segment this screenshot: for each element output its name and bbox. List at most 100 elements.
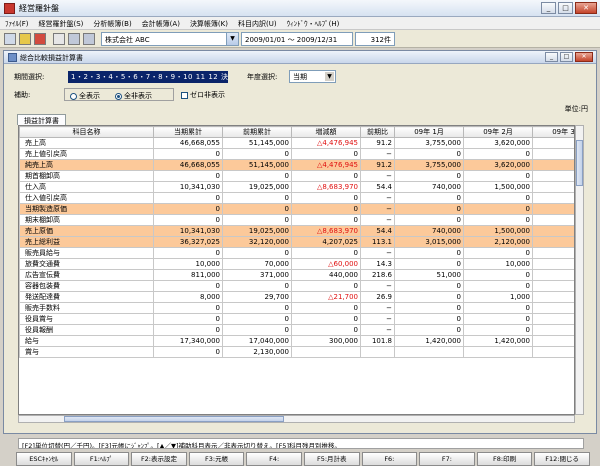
- account-name-cell[interactable]: 広告宣伝費: [19, 269, 154, 281]
- value-cell[interactable]: 17,040,000: [222, 335, 292, 347]
- table-row[interactable]: 広告宣伝費 811,000 371,000 440,000 218.6 51,000 0: [19, 269, 574, 281]
- value-cell[interactable]: [532, 170, 574, 182]
- vertical-scroll-thumb[interactable]: [576, 140, 583, 186]
- value-cell[interactable]: [291, 346, 361, 358]
- value-cell[interactable]: 0: [153, 324, 223, 336]
- value-cell[interactable]: 0: [463, 247, 533, 259]
- value-cell[interactable]: 0: [394, 192, 464, 204]
- account-name-cell[interactable]: 容器包装費: [19, 280, 154, 292]
- value-cell[interactable]: 0: [222, 247, 292, 259]
- value-cell[interactable]: [532, 192, 574, 204]
- value-cell[interactable]: −: [360, 170, 395, 182]
- account-name-cell[interactable]: 役員報酬: [19, 324, 154, 336]
- value-cell[interactable]: 70,000: [222, 258, 292, 270]
- account-name-cell[interactable]: 売上値引戻高: [19, 148, 154, 160]
- account-name-cell[interactable]: 売上総利益: [19, 236, 154, 248]
- menu-accounting-books[interactable]: 会計帳簿(A): [137, 17, 185, 29]
- tools-icon[interactable]: [83, 33, 95, 45]
- value-cell[interactable]: 0: [394, 324, 464, 336]
- value-cell[interactable]: 0: [394, 291, 464, 303]
- menu-compass[interactable]: 経営羅針盤(S): [34, 17, 89, 29]
- value-cell[interactable]: 0: [463, 203, 533, 215]
- value-cell[interactable]: 371,000: [222, 269, 292, 281]
- value-cell[interactable]: [532, 280, 574, 292]
- value-cell[interactable]: [360, 346, 395, 358]
- col-jan[interactable]: 09年 1月: [394, 126, 464, 138]
- account-name-cell[interactable]: 販売手数料: [19, 302, 154, 314]
- table-row[interactable]: 発送配達費 8,000 29,700 △21,700 26.9 0 1,000: [19, 291, 574, 303]
- table-row[interactable]: 販売手数料 0 0 0−0 0: [19, 302, 574, 314]
- value-cell[interactable]: −: [360, 313, 395, 325]
- horizontal-scroll-thumb[interactable]: [64, 416, 284, 422]
- value-cell[interactable]: 54.4: [360, 225, 395, 237]
- value-cell[interactable]: 91.2: [360, 137, 395, 149]
- value-cell[interactable]: 1,000: [463, 291, 533, 303]
- value-cell[interactable]: −: [360, 324, 395, 336]
- account-name-cell[interactable]: 仕入高: [19, 181, 154, 193]
- value-cell[interactable]: 0: [153, 192, 223, 204]
- col-change[interactable]: 増減額: [291, 126, 361, 138]
- value-cell[interactable]: 0: [153, 313, 223, 325]
- table-row[interactable]: 売上原価 10,341,030 19,025,000 △8,683,970 54.4 74…: [19, 225, 574, 237]
- table-row[interactable]: 期末棚卸高 0 0 0−0 0: [19, 214, 574, 226]
- account-name-cell[interactable]: 期末棚卸高: [19, 214, 154, 226]
- value-cell[interactable]: [532, 269, 574, 281]
- f5-monthly-button[interactable]: F5:月計表: [303, 452, 360, 466]
- col-mar[interactable]: 09年 3: [532, 126, 574, 138]
- close-button[interactable]: ✕: [575, 2, 597, 14]
- value-cell[interactable]: 0: [291, 203, 361, 215]
- value-cell[interactable]: 0: [291, 148, 361, 160]
- value-cell[interactable]: 51,145,000: [222, 159, 292, 171]
- value-cell[interactable]: 0: [291, 302, 361, 314]
- value-cell[interactable]: 1,: [532, 181, 574, 193]
- value-cell[interactable]: 1,500,000: [463, 225, 533, 237]
- table-row[interactable]: 売上値引戻高 0 0 0−0 0: [19, 148, 574, 160]
- value-cell[interactable]: 32,120,000: [222, 236, 292, 248]
- value-cell[interactable]: 0: [222, 192, 292, 204]
- value-cell[interactable]: 10,000: [463, 258, 533, 270]
- value-cell[interactable]: 0: [153, 203, 223, 215]
- value-cell[interactable]: [463, 346, 533, 358]
- value-cell[interactable]: −: [360, 148, 395, 160]
- table-row[interactable]: 給与 17,340,000 17,040,000 300,000 101.8 1,420,…: [19, 335, 574, 347]
- value-cell[interactable]: 0: [153, 247, 223, 259]
- account-name-cell[interactable]: 役員賞与: [19, 313, 154, 325]
- print-icon[interactable]: [53, 33, 65, 45]
- year-chevron-down-icon[interactable]: ▼: [325, 72, 334, 81]
- esc-cancel-button[interactable]: ESCｷｬﾝｾﾙ: [16, 452, 72, 466]
- radio-hide-all[interactable]: 全非表示: [115, 91, 152, 101]
- value-cell[interactable]: 0: [291, 280, 361, 292]
- value-cell[interactable]: △4,476,945: [291, 137, 361, 149]
- open-icon[interactable]: [4, 33, 16, 45]
- value-cell[interactable]: 1,500,000: [463, 181, 533, 193]
- value-cell[interactable]: [532, 302, 574, 314]
- report-maximize-button[interactable]: □: [560, 52, 573, 62]
- value-cell[interactable]: △21,700: [291, 291, 361, 303]
- value-cell[interactable]: △60,000: [291, 258, 361, 270]
- account-name-cell[interactable]: 売上原価: [19, 225, 154, 237]
- value-cell[interactable]: 0: [394, 302, 464, 314]
- menu-account-details[interactable]: 科目内訳(U): [233, 17, 282, 29]
- value-cell[interactable]: 1,420,000: [394, 335, 464, 347]
- value-cell[interactable]: 218.6: [360, 269, 395, 281]
- value-cell[interactable]: [532, 214, 574, 226]
- value-cell[interactable]: 3,620,000: [463, 159, 533, 171]
- value-cell[interactable]: 51,000: [394, 269, 464, 281]
- value-cell[interactable]: 54.4: [360, 181, 395, 193]
- value-cell[interactable]: 4,207,025: [291, 236, 361, 248]
- table-row[interactable]: 役員報酬 0 0 0−0 0: [19, 324, 574, 336]
- value-cell[interactable]: 0: [153, 170, 223, 182]
- table-row[interactable]: 容器包装費 0 0 0−0 0: [19, 280, 574, 292]
- f1-help-button[interactable]: F1:ﾍﾙﾌﾟ: [73, 452, 130, 466]
- report-minimize-button[interactable]: _: [545, 52, 558, 62]
- value-cell[interactable]: 29,700: [222, 291, 292, 303]
- value-cell[interactable]: 8,000: [153, 291, 223, 303]
- value-cell[interactable]: −: [360, 280, 395, 292]
- value-cell[interactable]: 0: [153, 346, 223, 358]
- report-close-button[interactable]: ✕: [575, 52, 593, 62]
- table-row[interactable]: 販売員給与 0 0 0−0 0: [19, 247, 574, 259]
- value-cell[interactable]: [532, 247, 574, 259]
- value-cell[interactable]: 1,: [532, 236, 574, 248]
- value-cell[interactable]: 3,015,000: [394, 236, 464, 248]
- table-row[interactable]: 当期製造原価 0 0 0−0 0: [19, 203, 574, 215]
